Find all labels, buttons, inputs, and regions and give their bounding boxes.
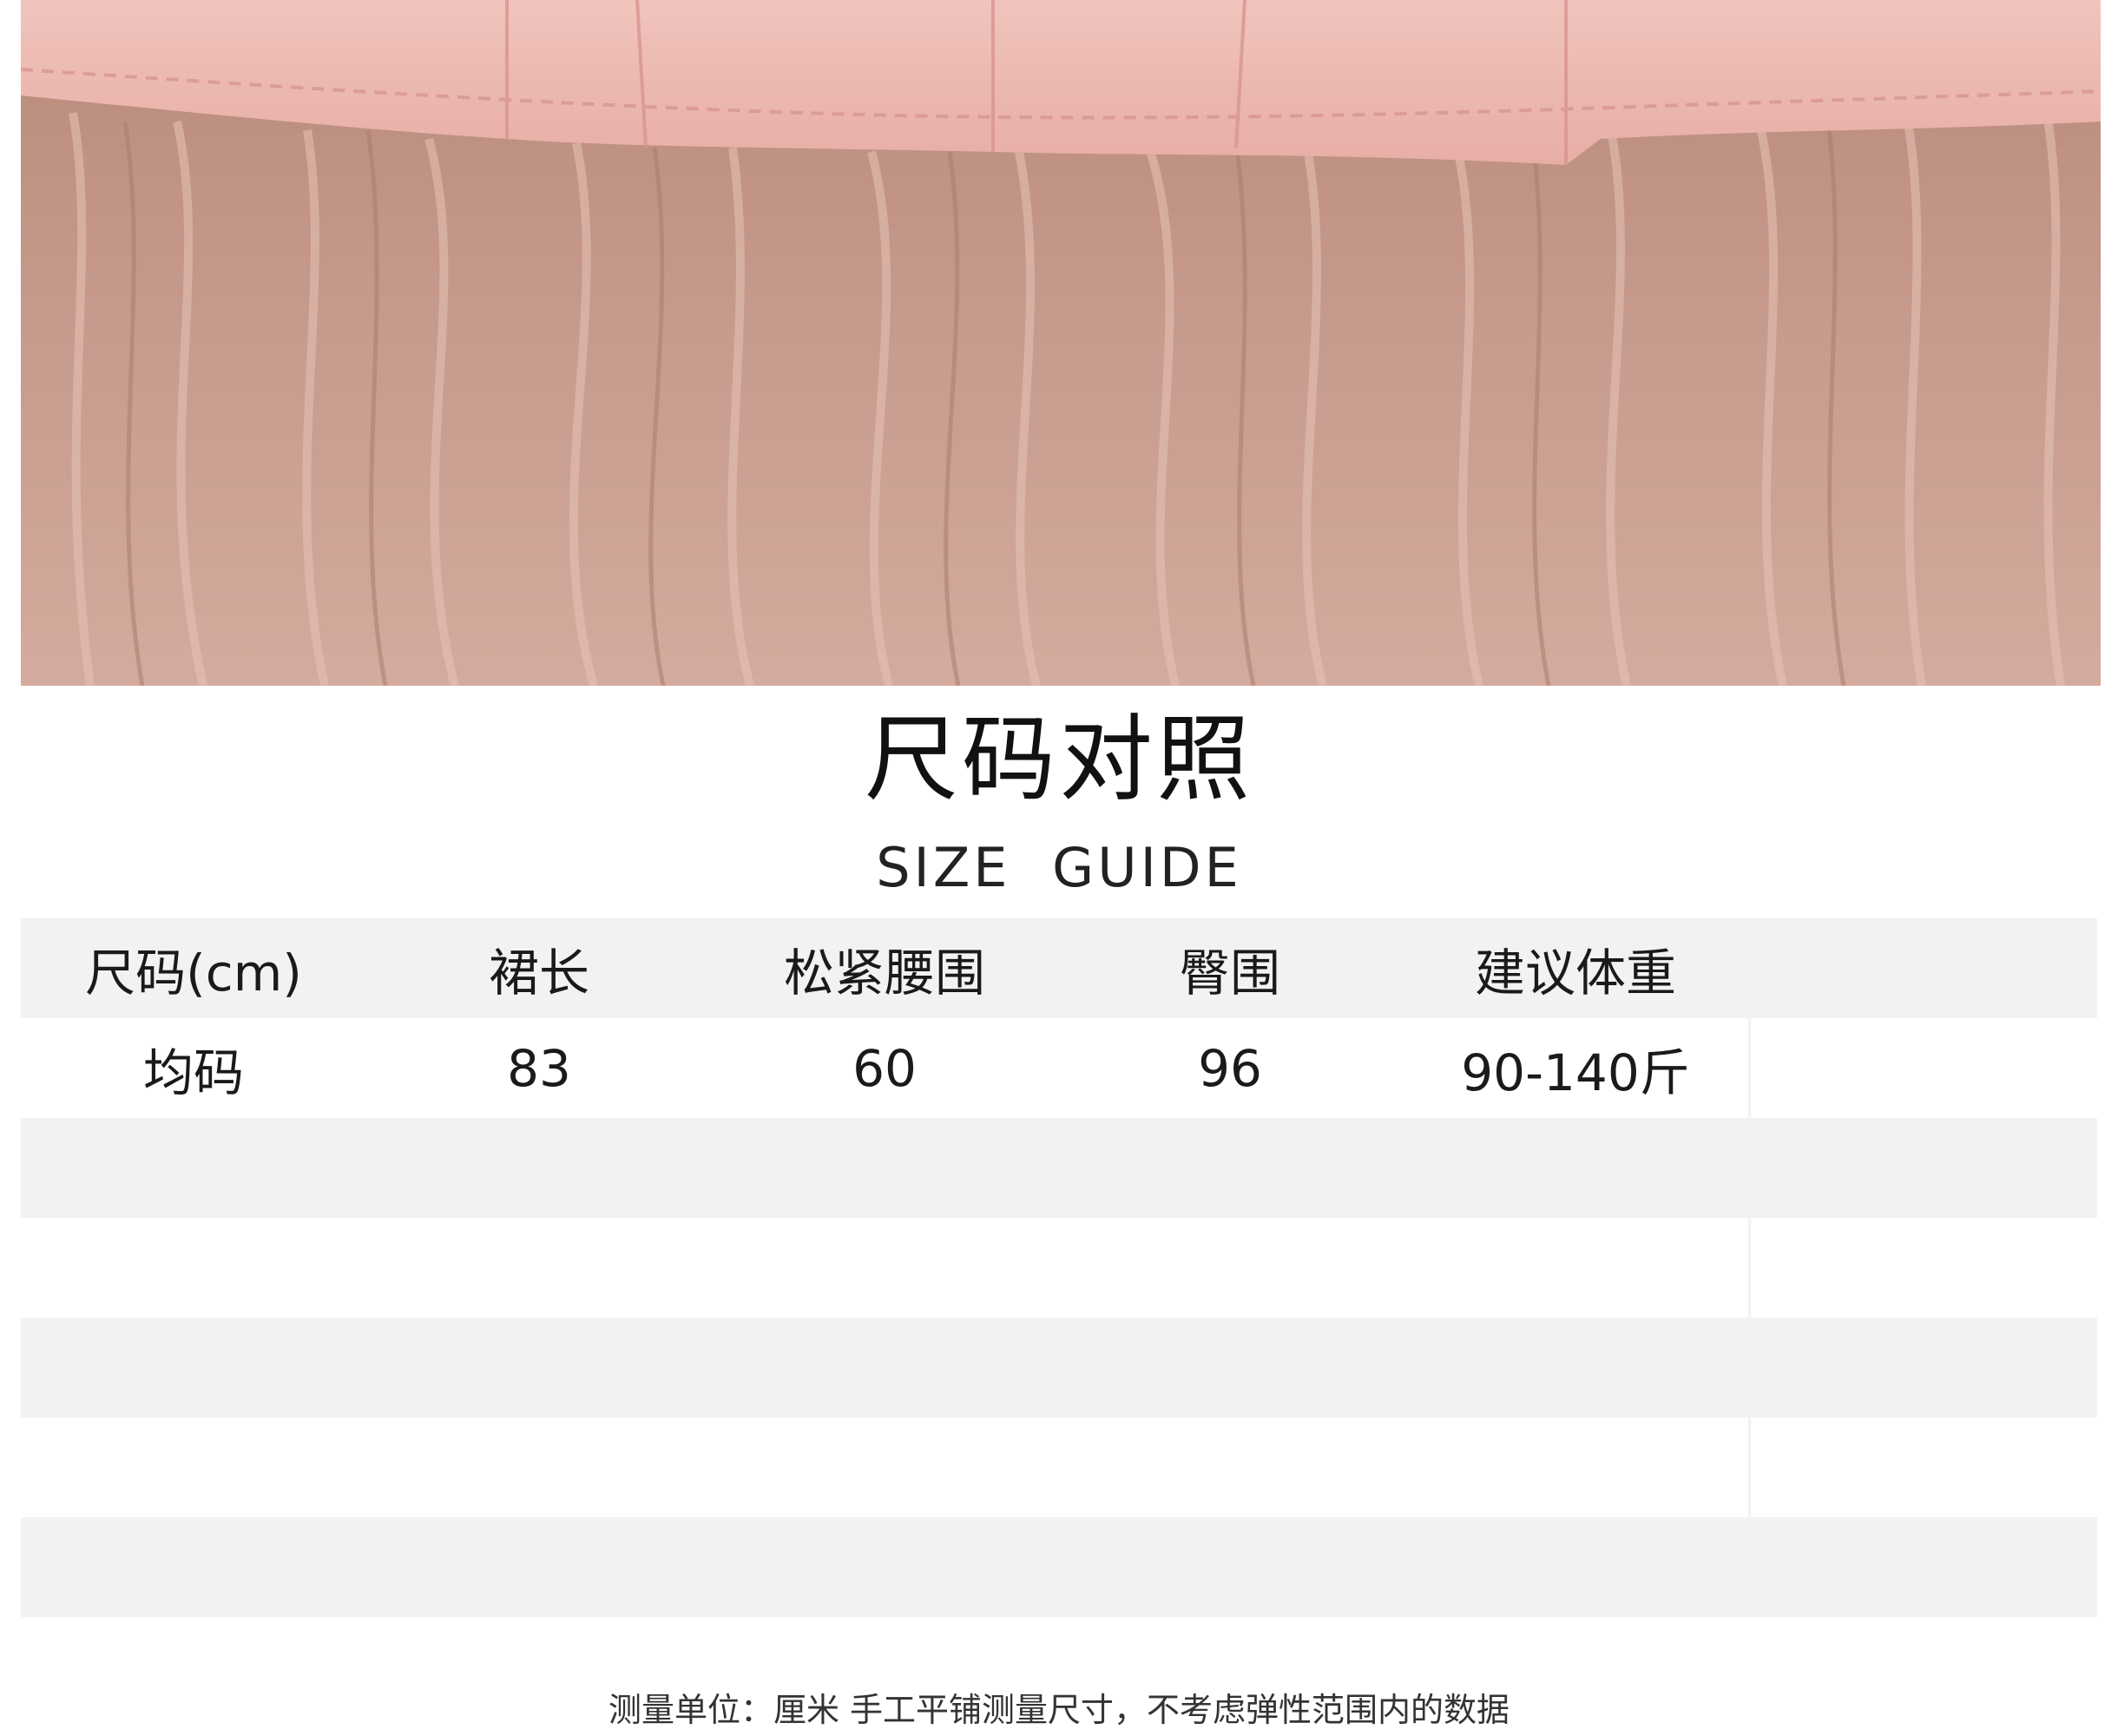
cell-waist — [712, 1318, 1057, 1417]
cell-size — [21, 1318, 366, 1417]
header-size: 尺码(cm) — [85, 943, 302, 1003]
cell-extra — [1748, 1417, 2097, 1517]
header-waist: 松紧腰围 — [783, 943, 985, 1003]
cell-hip — [1057, 1517, 1403, 1617]
cell-size: 均码 — [142, 1042, 244, 1102]
cell-weight — [1403, 1318, 1748, 1417]
cell-waist — [712, 1118, 1057, 1218]
cell-waist: 60 — [852, 1038, 917, 1098]
cell-hip — [1057, 1218, 1403, 1318]
table-header-row: 尺码(cm) 裙长 松紧腰围 臀围 建议体重 — [21, 918, 2097, 1018]
cell-skirt-length — [366, 1417, 712, 1517]
size-table: 尺码(cm) 裙长 松紧腰围 臀围 建议体重 均码 83 60 96 90-14… — [21, 918, 2097, 1617]
cell-extra — [1748, 1118, 2097, 1218]
cell-hip: 96 — [1198, 1038, 1262, 1098]
cell-weight — [1403, 1218, 1748, 1318]
skirt-fabric-image — [21, 0, 2101, 686]
cell-hip — [1057, 1118, 1403, 1218]
cell-skirt-length — [366, 1118, 712, 1218]
cell-extra — [1748, 1517, 2097, 1617]
cell-skirt-length — [366, 1318, 712, 1417]
table-row: 均码 83 60 96 90-140斤 — [21, 1018, 2097, 1118]
cell-waist — [712, 1417, 1057, 1517]
product-photo — [21, 0, 2101, 686]
cell-skirt-length — [366, 1517, 712, 1617]
cell-size — [21, 1517, 366, 1617]
cell-skirt-length — [366, 1218, 712, 1318]
table-row — [21, 1118, 2097, 1218]
header-extra — [1748, 918, 2097, 1018]
cell-weight: 90-140斤 — [1461, 1042, 1690, 1102]
header-skirt-length: 裙长 — [488, 943, 589, 1003]
cell-weight — [1403, 1417, 1748, 1517]
page-subtitle: SIZE GUIDE — [876, 836, 1242, 899]
cell-hip — [1057, 1417, 1403, 1517]
cell-weight — [1403, 1118, 1748, 1218]
table-row — [21, 1218, 2097, 1318]
page-title: 尺码对照 — [864, 706, 1253, 814]
cell-hip — [1057, 1318, 1403, 1417]
cell-extra — [1748, 1318, 2097, 1417]
table-row — [21, 1318, 2097, 1417]
table-row — [21, 1517, 2097, 1617]
cell-waist — [712, 1517, 1057, 1617]
cell-size — [21, 1118, 366, 1218]
header-hip: 臀围 — [1179, 943, 1280, 1003]
table-row — [21, 1417, 2097, 1517]
cell-size — [21, 1218, 366, 1318]
cell-weight — [1403, 1517, 1748, 1617]
cell-size — [21, 1417, 366, 1517]
header-weight: 建议体重 — [1474, 943, 1676, 1003]
cell-waist — [712, 1218, 1057, 1318]
measurement-note: 测量单位：厘米 手工平铺测量尺寸，不考虑弹性范围内的数据 — [608, 1691, 1510, 1729]
cell-skirt-length: 83 — [507, 1038, 571, 1098]
cell-extra — [1748, 1218, 2097, 1318]
cell-extra — [1748, 1018, 2097, 1118]
